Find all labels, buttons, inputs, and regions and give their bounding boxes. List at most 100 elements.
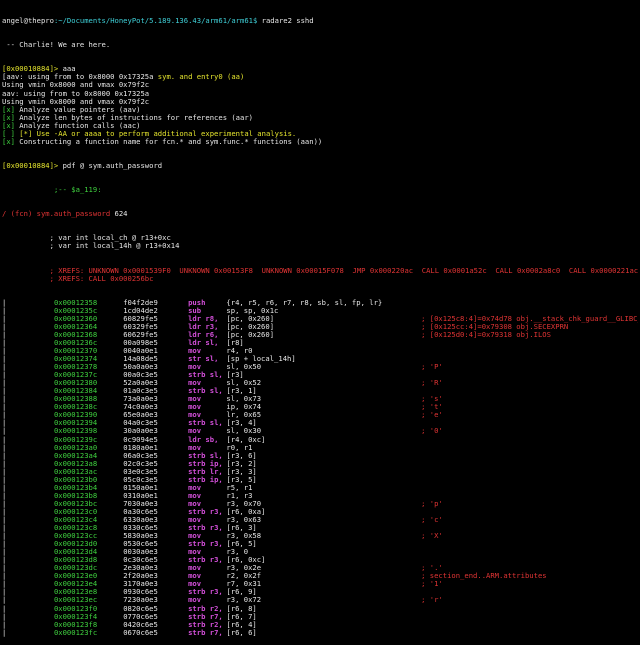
disasm-row[interactable]: | 0x000123b4 0150a0e1 mov r5, r1 bbox=[2, 484, 638, 492]
disasm-row[interactable]: | 0x000123f4 0770c6e5 strb r7, [r6, 7] bbox=[2, 613, 638, 621]
disasm-row[interactable]: | 0x0001237c 00a0c3e5 strb sl, [r3] bbox=[2, 371, 638, 379]
disasm-row[interactable]: | 0x000123e8 0930c6e5 strb r3, [r6, 9] bbox=[2, 588, 638, 596]
instr-address[interactable]: 0x000123ac bbox=[54, 468, 97, 476]
instr-address[interactable]: 0x000123d0 bbox=[54, 540, 97, 548]
disasm-row[interactable]: | 0x000123cc 5830a0e3 mov r3, 0x58; 'X' bbox=[2, 532, 638, 540]
pdf-command[interactable]: pdf @ sym.auth_password bbox=[58, 162, 163, 170]
disasm-row[interactable]: | 0x000123d0 0530c6e5 strb r3, [r6, 5] bbox=[2, 540, 638, 548]
disasm-row[interactable]: | 0x00012394 04a0c3e5 strb sl, [r3, 4] bbox=[2, 419, 638, 427]
instr-address[interactable]: 0x000123f0 bbox=[54, 605, 97, 613]
disasm-row[interactable]: | 0x0001239c 0c9094e5 ldr sb, [r4, 0xc] bbox=[2, 436, 638, 444]
instr-address[interactable]: 0x000123bc bbox=[54, 500, 97, 508]
instr-mnemonic: strb r7, bbox=[188, 612, 223, 621]
instr-address[interactable]: 0x00012380 bbox=[54, 379, 97, 387]
terminal-window[interactable]: angel@thepro:~/Documents/HoneyPot/5.189.… bbox=[0, 0, 640, 645]
instr-address[interactable]: 0x00012370 bbox=[54, 347, 97, 355]
instr-address[interactable]: 0x0001239c bbox=[54, 436, 97, 444]
disasm-row[interactable]: | 0x000123a4 06a0c3e5 strb sl, [r3, 6] bbox=[2, 452, 638, 460]
instr-bytes: 3170a0e3 bbox=[123, 580, 158, 589]
disasm-row[interactable]: | 0x000123ac 03e0c3e5 strb lr, [r3, 3] bbox=[2, 468, 638, 476]
disasm-row[interactable]: | 0x00012398 30a0a0e3 mov sl, 0x30; '0' bbox=[2, 427, 638, 435]
instr-address[interactable]: 0x000123ec bbox=[54, 596, 97, 604]
instr-operands: r3, 0 bbox=[222, 548, 249, 557]
instr-address[interactable]: 0x000123e0 bbox=[54, 572, 97, 580]
instr-address[interactable]: 0x0001236c bbox=[54, 339, 97, 347]
disasm-row[interactable]: | 0x000123f0 0820c6e5 strb r2, [r6, 8] bbox=[2, 605, 638, 613]
instr-address[interactable]: 0x000123b0 bbox=[54, 476, 97, 484]
instr-address[interactable]: 0x000123b4 bbox=[54, 484, 97, 492]
session-line: Using vmin 0x8000 and vmax 0x79f2c bbox=[2, 81, 638, 89]
instr-mnemonic: strb r3, bbox=[188, 524, 223, 533]
instr-address[interactable]: 0x00012358 bbox=[54, 299, 97, 307]
instr-address[interactable]: 0x000123c8 bbox=[54, 524, 97, 532]
instr-address[interactable]: 0x00012374 bbox=[54, 355, 97, 363]
instr-address[interactable]: 0x000123d4 bbox=[54, 548, 97, 556]
instr-comment: ; section_end..ARM.attributes bbox=[421, 572, 547, 581]
disasm-row[interactable]: | 0x00012388 73a0a0e3 mov sl, 0x73; 's' bbox=[2, 395, 638, 403]
disasm-row[interactable]: | 0x00012358 f04f2de9 push {r4, r5, r6, … bbox=[2, 299, 638, 307]
disasm-row[interactable]: | 0x000123c4 6330a0e3 mov r3, 0x63; 'c' bbox=[2, 516, 638, 524]
instr-bytes: 65e0a0e3 bbox=[123, 411, 158, 420]
instr-bytes: 05c0c3e5 bbox=[123, 475, 158, 484]
disasm-row[interactable]: | 0x000123dc 2e30a0e3 mov r3, 0x2e; '.' bbox=[2, 564, 638, 572]
instr-address[interactable]: 0x000123a0 bbox=[54, 444, 97, 452]
disasm-row[interactable]: | 0x000123b0 05c0c3e5 strb ip, [r3, 5] bbox=[2, 476, 638, 484]
disasm-row[interactable]: | 0x000123ec 7230a0e3 mov r3, 0x72; 'r' bbox=[2, 596, 638, 604]
disasm-row[interactable]: | 0x00012384 01a0c3e5 strb sl, [r3, 1] bbox=[2, 387, 638, 395]
instr-comment: ; 'P' bbox=[421, 363, 443, 372]
disasm-row[interactable]: | 0x000123a0 0180a0e1 mov r0, r1 bbox=[2, 444, 638, 452]
instr-address[interactable]: 0x000123e4 bbox=[54, 580, 97, 588]
disasm-row[interactable]: | 0x000123d8 0c30c6e5 strb r3, [r6, 0xc] bbox=[2, 556, 638, 564]
instr-address[interactable]: 0x00012390 bbox=[54, 411, 97, 419]
disasm-row[interactable]: | 0x00012360 60829fe5 ldr r8, [pc, 0x260… bbox=[2, 315, 638, 323]
disasm-row[interactable]: | 0x000123e0 2f20a0e3 mov r2, 0x2f; sect… bbox=[2, 572, 638, 580]
instr-address[interactable]: 0x000123d8 bbox=[54, 556, 97, 564]
disasm-row[interactable]: | 0x00012378 50a0a0e3 mov sl, 0x50; 'P' bbox=[2, 363, 638, 371]
disasm-row[interactable]: | 0x00012364 60329fe5 ldr r3, [pc, 0x260… bbox=[2, 323, 638, 331]
disasm-row[interactable]: | 0x0001236c 00a098e5 ldr sl, [r8] bbox=[2, 339, 638, 347]
instr-address[interactable]: 0x000123c4 bbox=[54, 516, 97, 524]
disasm-row[interactable]: | 0x00012374 14a08de5 str sl, [sp + loca… bbox=[2, 355, 638, 363]
disasm-row[interactable]: | 0x00012370 0040a0e1 mov r4, r0 bbox=[2, 347, 638, 355]
session-text: Constructing a function name for fcn.* a… bbox=[14, 137, 323, 146]
instr-address[interactable]: 0x00012388 bbox=[54, 395, 97, 403]
instr-address[interactable]: 0x000123e8 bbox=[54, 588, 97, 596]
instr-address[interactable]: 0x00012368 bbox=[54, 331, 97, 339]
disasm-row[interactable]: | 0x000123fc 0670c6e5 strb r7, [r6, 6] bbox=[2, 629, 638, 637]
instr-address[interactable]: 0x0001238c bbox=[54, 403, 97, 411]
disasm-row[interactable]: | 0x0001238c 74c0a0e3 mov ip, 0x74; 't' bbox=[2, 403, 638, 411]
disasm-row[interactable]: | 0x0001235c 1cd04de2 sub sp, sp, 0x1c bbox=[2, 307, 638, 315]
disasm-row[interactable]: | 0x000123d4 0030a0e3 mov r3, 0 bbox=[2, 548, 638, 556]
instr-address[interactable]: 0x000123fc bbox=[54, 629, 97, 637]
instr-address[interactable]: 0x000123a4 bbox=[54, 452, 97, 460]
disasm-row[interactable]: | 0x00012390 65e0a0e3 mov lr, 0x65; 'e' bbox=[2, 411, 638, 419]
disasm-row[interactable]: | 0x000123e4 3170a0e3 mov r7, 0x31; '1' bbox=[2, 580, 638, 588]
instr-mnemonic: mov bbox=[188, 580, 202, 589]
disasm-row[interactable]: | 0x000123b8 0310a0e1 mov r1, r3 bbox=[2, 492, 638, 500]
pdf-command-line[interactable]: [0x00010884]> pdf @ sym.auth_password bbox=[2, 162, 638, 170]
instr-address[interactable]: 0x0001237c bbox=[54, 371, 97, 379]
instr-address[interactable]: 0x000123c0 bbox=[54, 508, 97, 516]
disasm-row[interactable]: | 0x000123a8 02c0c3e5 strb ip, [r3, 2] bbox=[2, 460, 638, 468]
disasm-row[interactable]: | 0x000123c8 0330c6e5 strb r3, [r6, 3] bbox=[2, 524, 638, 532]
instr-address[interactable]: 0x000123dc bbox=[54, 564, 97, 572]
instr-address[interactable]: 0x000123a8 bbox=[54, 460, 97, 468]
instr-address[interactable]: 0x000123b8 bbox=[54, 492, 97, 500]
disasm-row[interactable]: | 0x000123bc 7030a0e3 mov r3, 0x70; 'p' bbox=[2, 500, 638, 508]
instr-address[interactable]: 0x00012384 bbox=[54, 387, 97, 395]
instr-mnemonic: strb ip, bbox=[188, 459, 223, 468]
instr-address[interactable]: 0x00012394 bbox=[54, 419, 97, 427]
instr-address[interactable]: 0x00012378 bbox=[54, 363, 97, 371]
disasm-row[interactable]: | 0x000123f8 0420c6e5 strb r2, [r6, 4] bbox=[2, 621, 638, 629]
instr-address[interactable]: 0x000123f8 bbox=[54, 621, 97, 629]
instr-address[interactable]: 0x00012398 bbox=[54, 427, 97, 435]
instr-address[interactable]: 0x000123cc bbox=[54, 532, 97, 540]
instr-address[interactable]: 0x00012360 bbox=[54, 315, 97, 323]
disasm-row[interactable]: | 0x000123c0 0a30c6e5 strb r3, [r6, 0xa] bbox=[2, 508, 638, 516]
instr-address[interactable]: 0x0001235c bbox=[54, 307, 97, 315]
instr-address[interactable]: 0x00012364 bbox=[54, 323, 97, 331]
disasm-row[interactable]: | 0x00012380 52a0a0e3 mov sl, 0x52; 'R' bbox=[2, 379, 638, 387]
instr-address[interactable]: 0x000123f4 bbox=[54, 613, 97, 621]
disasm-row[interactable]: | 0x00012368 60629fe5 ldr r6, [pc, 0x260… bbox=[2, 331, 638, 339]
instr-comment: ; 'r' bbox=[421, 596, 443, 605]
